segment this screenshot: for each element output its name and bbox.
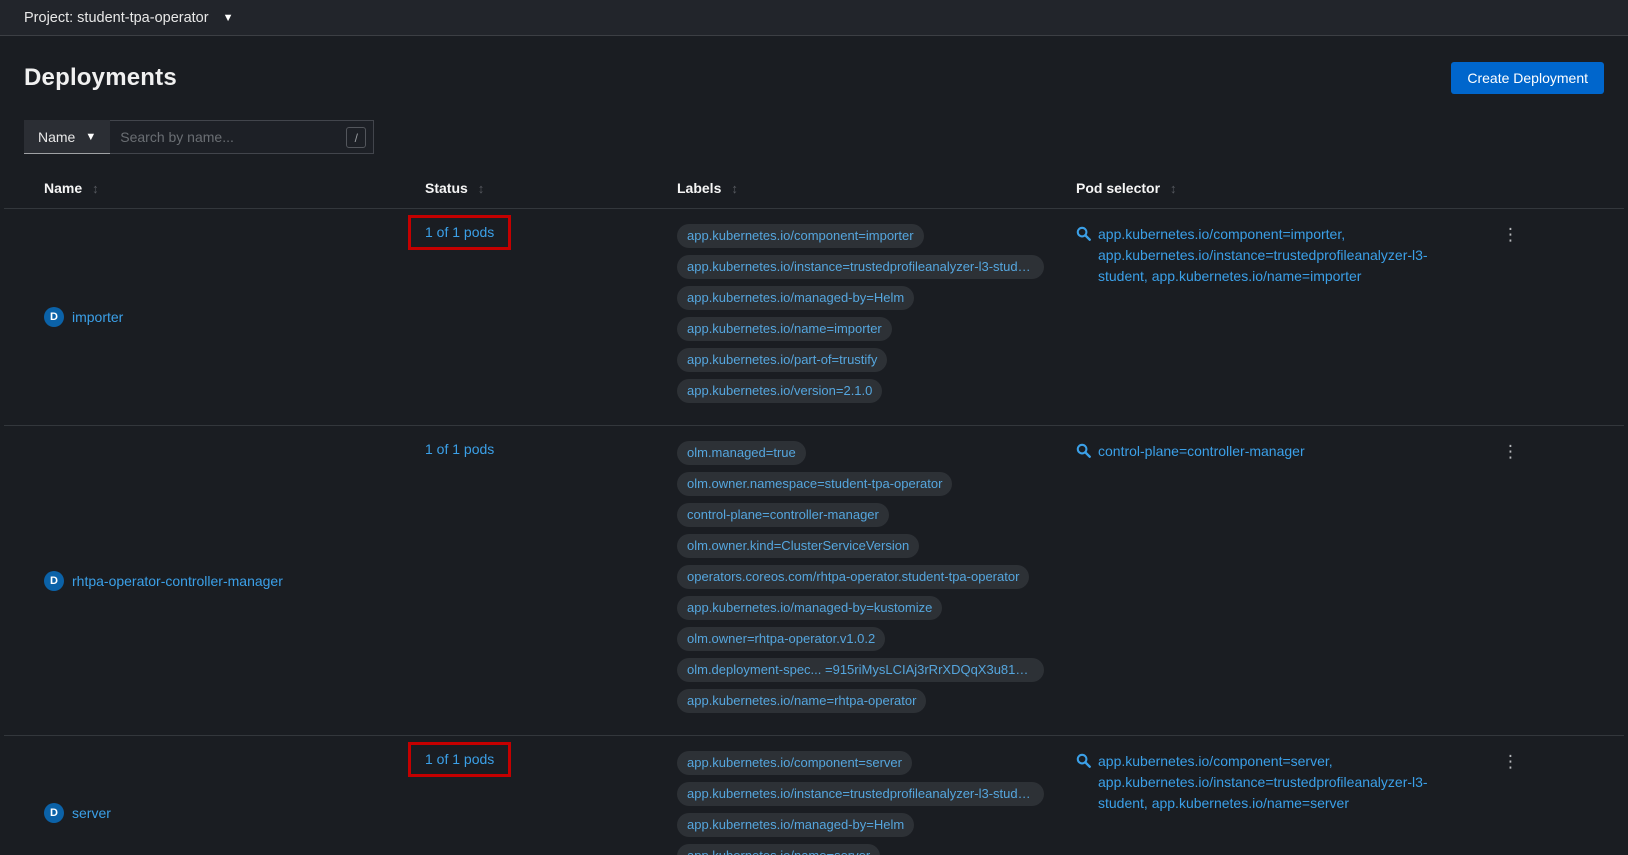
annotation-highlight-box: 1 of 1 pods	[408, 215, 512, 250]
pod-selector-cell: app.kubernetes.io/component=server, app.…	[1060, 736, 1470, 855]
filter-toolbar: Name ▼ /	[0, 116, 1628, 170]
pod-selector-link[interactable]: app.kubernetes.io/component=importer, ap…	[1098, 224, 1454, 287]
search-icon	[1076, 443, 1091, 458]
search-box: /	[110, 120, 375, 154]
label-badge[interactable]: app.kubernetes.io/version=2.1.0	[677, 379, 883, 403]
pod-selector-cell: control-plane=controller-manager	[1060, 426, 1470, 735]
label-badge[interactable]: app.kubernetes.io/name=importer	[677, 317, 892, 341]
deployment-name-link[interactable]: server	[72, 805, 111, 821]
column-header-pod-selector: Pod selector ↕	[1076, 180, 1177, 196]
kebab-menu-button[interactable]: ⋮	[1494, 439, 1527, 464]
project-selector-label: Project: student-tpa-operator	[24, 9, 209, 26]
status-cell: 1 of 1 pods	[409, 426, 661, 735]
column-header-actions	[1470, 170, 1600, 208]
labels-cell: olm.managed=true olm.owner.namespace=stud…	[661, 426, 1060, 735]
sort-icon[interactable]: ↕	[1170, 181, 1177, 196]
pod-status-link[interactable]: 1 of 1 pods	[425, 224, 494, 240]
name-cell: D importer	[28, 209, 409, 425]
annotation-highlight-box: 1 of 1 pods	[408, 742, 512, 777]
pod-selector-link[interactable]: app.kubernetes.io/component=server, app.…	[1098, 751, 1454, 814]
label-badge[interactable]: app.kubernetes.io/instance=trustedprofil…	[677, 782, 1044, 806]
table-row: D rhtpa-operator-controller-manager 1 of…	[4, 426, 1624, 736]
label-badge[interactable]: app.kubernetes.io/name=server	[677, 844, 881, 855]
label-badge[interactable]: app.kubernetes.io/name=rhtpa-operator	[677, 689, 927, 713]
column-header-status: Status ↕	[425, 180, 485, 196]
pod-selector-link[interactable]: control-plane=controller-manager	[1098, 441, 1305, 462]
project-selector[interactable]: Project: student-tpa-operator ▼	[24, 10, 233, 26]
filter-type-label: Name	[38, 128, 76, 145]
label-badge[interactable]: app.kubernetes.io/managed-by=Helm	[677, 813, 915, 837]
column-header-name: Name ↕	[44, 180, 99, 196]
label-badge[interactable]: olm.owner.namespace=student-tpa-operator	[677, 472, 953, 496]
label-badge[interactable]: olm.deployment-spec... =915riMysLCIAj3rR…	[677, 658, 1044, 682]
label-badge[interactable]: app.kubernetes.io/component=server	[677, 751, 912, 775]
label-badge[interactable]: olm.owner=rhtpa-operator.v1.0.2	[677, 627, 886, 651]
label-badge[interactable]: control-plane=controller-manager	[677, 503, 889, 527]
project-bar: Project: student-tpa-operator ▼	[0, 0, 1628, 36]
pod-selector-cell: app.kubernetes.io/component=importer, ap…	[1060, 209, 1470, 425]
label-badge[interactable]: app.kubernetes.io/part-of=trustify	[677, 348, 888, 372]
label-badge[interactable]: app.kubernetes.io/managed-by=kustomize	[677, 596, 943, 620]
sort-icon[interactable]: ↕	[92, 181, 99, 196]
chevron-down-icon: ▼	[222, 11, 234, 24]
table-header-row: Name ↕ Status ↕ Labels ↕ Pod selector ↕	[4, 170, 1624, 209]
page-header: Deployments Create Deployment	[0, 36, 1628, 116]
sort-icon[interactable]: ↕	[731, 181, 738, 196]
deployment-name-link[interactable]: importer	[72, 309, 123, 325]
table-row: D importer 1 of 1 pods app.kubernetes.io…	[4, 209, 1624, 426]
kebab-menu-button[interactable]: ⋮	[1494, 749, 1527, 774]
deployment-resource-icon: D	[44, 803, 64, 823]
label-badge[interactable]: app.kubernetes.io/component=importer	[677, 224, 924, 248]
status-cell: 1 of 1 pods	[408, 209, 661, 425]
label-badge[interactable]: olm.managed=true	[677, 441, 806, 465]
filter-type-dropdown[interactable]: Name ▼	[24, 120, 111, 154]
search-icon	[1076, 753, 1091, 768]
search-shortcut-hint: /	[346, 127, 367, 148]
sort-icon[interactable]: ↕	[478, 181, 485, 196]
labels-cell: app.kubernetes.io/component=server app.ku…	[661, 736, 1060, 855]
actions-cell: ⋮	[1470, 426, 1600, 735]
name-cell: D rhtpa-operator-controller-manager	[28, 426, 409, 735]
status-cell: 1 of 1 pods	[408, 736, 661, 855]
pod-status-link[interactable]: 1 of 1 pods	[425, 441, 494, 457]
search-input[interactable]	[110, 121, 374, 153]
deployment-resource-icon: D	[44, 570, 64, 591]
pod-status-link[interactable]: 1 of 1 pods	[425, 751, 494, 767]
labels-cell: app.kubernetes.io/component=importer app.…	[661, 209, 1060, 425]
deployment-name-link[interactable]: rhtpa-operator-controller-manager	[72, 573, 283, 589]
actions-cell: ⋮	[1470, 209, 1600, 425]
page-title: Deployments	[24, 64, 177, 91]
label-badge[interactable]: operators.coreos.com/rhtpa-operator.stud…	[677, 565, 1030, 589]
chevron-down-icon: ▼	[85, 130, 97, 143]
search-icon	[1076, 226, 1091, 241]
create-deployment-button[interactable]: Create Deployment	[1451, 62, 1604, 94]
column-header-labels: Labels ↕	[677, 180, 738, 196]
label-badge[interactable]: app.kubernetes.io/instance=trustedprofil…	[677, 255, 1044, 279]
kebab-menu-button[interactable]: ⋮	[1494, 222, 1527, 247]
label-badge[interactable]: olm.owner.kind=ClusterServiceVersion	[677, 534, 920, 558]
table-row: D server 1 of 1 pods app.kubernetes.io/c…	[4, 736, 1624, 855]
deployment-resource-icon: D	[44, 307, 64, 327]
deployments-table: Name ↕ Status ↕ Labels ↕ Pod selector ↕ …	[0, 170, 1628, 855]
actions-cell: ⋮	[1470, 736, 1600, 855]
name-cell: D server	[28, 736, 409, 855]
label-badge[interactable]: app.kubernetes.io/managed-by=Helm	[677, 286, 915, 310]
